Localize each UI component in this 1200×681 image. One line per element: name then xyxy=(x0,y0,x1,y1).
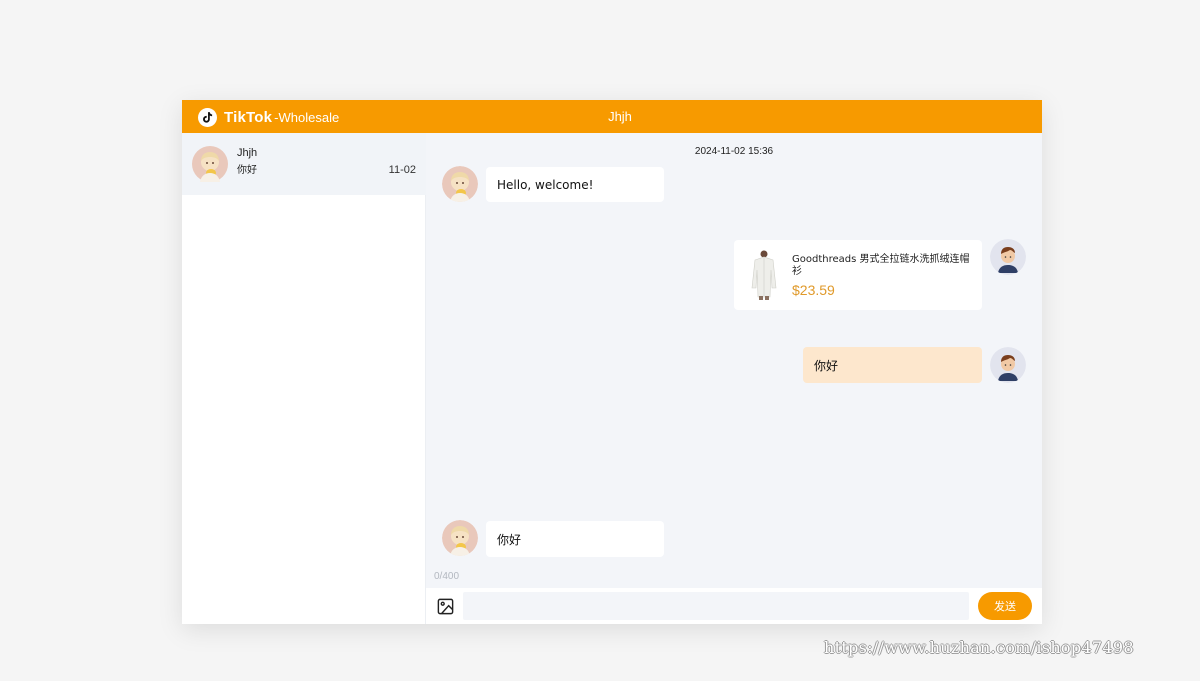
product-title: Goodthreads 男式全拉链水洗抓绒连帽衫 xyxy=(792,254,970,277)
anime-girl-avatar-icon xyxy=(192,146,228,182)
send-button[interactable]: 发送 xyxy=(978,592,1032,620)
char-count: 0/400 xyxy=(434,571,460,582)
product-card[interactable]: Goodthreads 男式全拉链水洗抓绒连帽衫 $23.59 xyxy=(734,240,982,310)
watermark-text: https://www.huzhan.com/ishop47498 xyxy=(824,638,1134,657)
top-bar: TikTok -Wholesale Jhjh xyxy=(182,100,1042,133)
white-hoodie-product-icon xyxy=(746,249,782,301)
message-text: 你好 xyxy=(497,532,522,547)
message-bubble: Hello, welcome! xyxy=(486,167,664,202)
image-icon[interactable] xyxy=(436,597,455,616)
conversation-item[interactable]: Jhjh 你好 11-02 xyxy=(182,133,426,195)
message-bubble: 你好 xyxy=(486,521,664,557)
user-avatar-icon xyxy=(990,347,1026,383)
composer-bar: 发送 xyxy=(426,588,1042,624)
conversation-last-message: 你好 xyxy=(237,165,257,176)
chat-window: TikTok -Wholesale Jhjh Jhjh 你好 11-02 202… xyxy=(182,100,1042,624)
brand: TikTok -Wholesale xyxy=(198,107,339,127)
conversation-sidebar: Jhjh 你好 11-02 xyxy=(182,133,426,624)
conversation-date: 11-02 xyxy=(388,164,416,176)
tiktok-logo-icon xyxy=(198,107,217,127)
chat-panel: 2024-11-02 15:36 Hello, welcome! Goodthr… xyxy=(426,133,1042,624)
message-text: 你好 xyxy=(814,358,839,373)
my-message-bubble: 你好 xyxy=(803,347,982,383)
product-price: $23.59 xyxy=(792,282,835,298)
user-avatar-icon xyxy=(990,239,1026,275)
conversation-name: Jhjh xyxy=(237,147,258,159)
brand-name: TikTok xyxy=(224,108,273,126)
contact-avatar-icon xyxy=(442,166,478,202)
message-input[interactable] xyxy=(463,592,969,620)
message-timestamp: 2024-11-02 15:36 xyxy=(694,146,774,157)
header-contact-name: Jhjh xyxy=(608,109,632,124)
contact-avatar-icon xyxy=(442,520,478,556)
message-text: Hello, welcome! xyxy=(497,177,594,192)
brand-suffix: -Wholesale xyxy=(274,109,340,125)
